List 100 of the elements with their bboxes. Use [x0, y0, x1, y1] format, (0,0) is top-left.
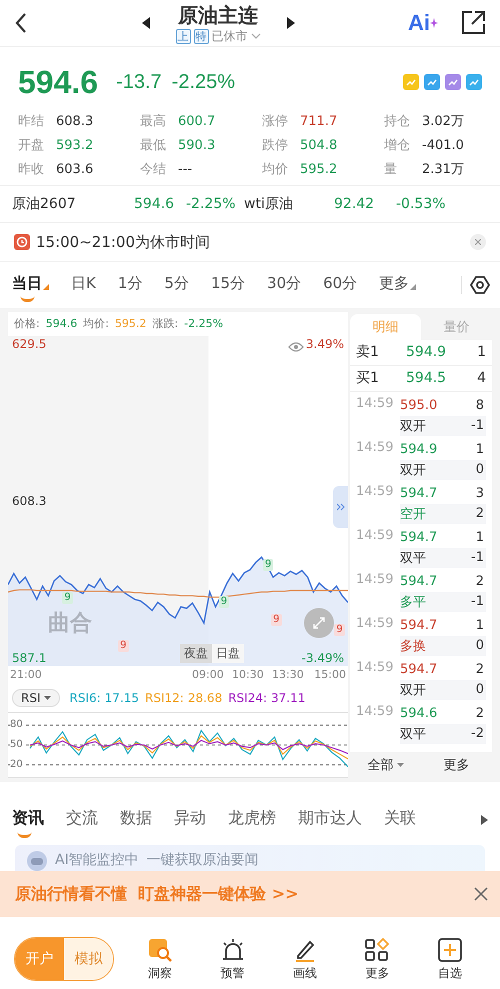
stat-value: -401.0	[422, 138, 464, 153]
position-change: 0	[476, 462, 484, 478]
trade-type: 多平	[400, 594, 426, 611]
tool-icon[interactable]	[424, 74, 440, 90]
close-button[interactable]	[470, 234, 486, 250]
trade-price: 594.6	[400, 706, 438, 722]
news-tab[interactable]: 期市达人	[298, 802, 362, 839]
tool-icon[interactable]	[466, 74, 482, 90]
news-tab[interactable]: 交流	[66, 802, 98, 839]
scroll-right-icon[interactable]	[481, 815, 488, 826]
signal-marker: 9	[62, 592, 73, 604]
nav-item[interactable]: 洞察	[147, 936, 174, 982]
signal-marker: 9	[263, 558, 274, 571]
axis-label: 629.5	[12, 336, 46, 352]
period-tab[interactable]: 日K	[71, 266, 96, 304]
info-value: -2.25%	[184, 317, 224, 330]
news-tab[interactable]: 异动	[174, 802, 206, 839]
footer-button[interactable]: 全部	[350, 754, 421, 775]
position-change: 0	[476, 638, 484, 654]
stat-label: 量	[384, 161, 398, 178]
ai-button[interactable]: Ai	[408, 10, 438, 36]
book-quantity: 4	[477, 370, 486, 386]
trade-time: 14:59	[356, 440, 394, 457]
share-button[interactable]	[460, 10, 486, 36]
info-value: 594.6	[46, 317, 78, 330]
contract-change: -0.53%	[396, 196, 447, 212]
time-label: 21:00	[10, 668, 42, 681]
stat-value: 595.2	[300, 162, 338, 177]
nav-item[interactable]: 更多	[364, 936, 390, 982]
rsi-name: RSI12:	[145, 690, 184, 705]
market-status: 已休市	[212, 28, 248, 45]
contract-price: 594.6	[134, 196, 176, 212]
news-tab[interactable]: 数据	[120, 802, 152, 839]
period-tab[interactable]: 15分	[210, 266, 246, 304]
trade-price: 594.7	[400, 574, 438, 590]
period-tab[interactable]: 更多	[379, 266, 416, 304]
position-change: -1	[471, 594, 484, 610]
period-tab[interactable]: 60分	[323, 266, 358, 304]
contract-price: 92.42	[334, 196, 376, 212]
double-chevron-icon	[336, 502, 344, 511]
trade-time: 14:59	[356, 616, 394, 633]
indicator-select[interactable]: RSI	[12, 688, 60, 707]
trade-time: 14:59	[356, 660, 394, 677]
session-tab[interactable]: 日盘	[212, 644, 244, 663]
rsi-value: 17.15	[104, 690, 140, 705]
info-label: 均价:	[83, 316, 109, 332]
eye-icon[interactable]	[288, 342, 304, 352]
trade-type: 双开	[400, 418, 426, 435]
stat-label: 开盘	[18, 137, 45, 154]
trade-volume: 2	[476, 662, 484, 678]
signal-marker: 9	[334, 624, 345, 636]
contract-change: -2.25%	[186, 196, 237, 212]
stat-value: 3.02万	[422, 113, 464, 130]
collapse-button[interactable]	[333, 486, 348, 528]
rsi-level: 80	[10, 719, 23, 730]
trade-price: 594.9	[400, 442, 438, 458]
market-badge: 上	[176, 28, 190, 44]
settings-button[interactable]	[470, 274, 490, 295]
price-change: -13.7	[116, 70, 162, 94]
contract-name[interactable]: 原油2607	[12, 195, 134, 214]
period-tab[interactable]: 30分	[267, 266, 302, 304]
trade-volume: 1	[476, 618, 484, 634]
previous-button[interactable]	[142, 17, 150, 30]
period-tab[interactable]: 5分	[164, 266, 189, 304]
position-change: -1	[471, 550, 484, 566]
rsi-name: RSI24:	[228, 690, 268, 705]
session-tab[interactable]: 夜盘	[180, 644, 212, 663]
close-button[interactable]	[474, 887, 488, 902]
nav-item[interactable]: 自选	[436, 936, 463, 982]
stat-label: 最低	[140, 137, 167, 154]
chart-logo: 曲合	[48, 610, 92, 638]
next-button[interactable]	[286, 17, 294, 30]
trade-type: 双开	[400, 682, 426, 699]
axis-label: 3.49%	[306, 336, 344, 352]
stat-label: 均价	[262, 161, 289, 178]
price-change-percent: -2.25%	[172, 70, 236, 94]
tool-icon[interactable]	[445, 74, 461, 90]
axis-label: 587.1	[12, 650, 46, 666]
ai-card-title: AI智能监控中	[55, 851, 139, 870]
nav-item[interactable]: 预警	[220, 936, 246, 982]
dropdown-triangle-icon	[410, 284, 416, 290]
period-tab[interactable]: 当日	[12, 266, 49, 304]
book-quantity: 1	[477, 344, 486, 360]
news-tab[interactable]: 关联	[384, 802, 416, 839]
nav-item[interactable]: 画线	[292, 936, 318, 982]
period-tab[interactable]: 1分	[118, 266, 142, 304]
stat-label: 增仓	[384, 137, 411, 154]
tool-icon[interactable]	[403, 74, 419, 90]
time-label: 09:00	[192, 668, 224, 681]
rsi-name: RSI6:	[70, 690, 101, 705]
stat-label: 昨收	[18, 161, 45, 178]
trade-time: 14:59	[356, 528, 394, 545]
trade-price: 595.0	[400, 398, 438, 414]
time-label: 13:30	[272, 668, 304, 681]
time-label: 10:30	[232, 668, 264, 681]
news-tab[interactable]: 龙虎榜	[228, 802, 276, 839]
news-tab[interactable]: 资讯	[12, 802, 44, 839]
contract-name[interactable]: wti原油	[244, 195, 334, 214]
footer-button[interactable]: 更多	[421, 754, 492, 775]
back-button[interactable]	[14, 12, 28, 34]
